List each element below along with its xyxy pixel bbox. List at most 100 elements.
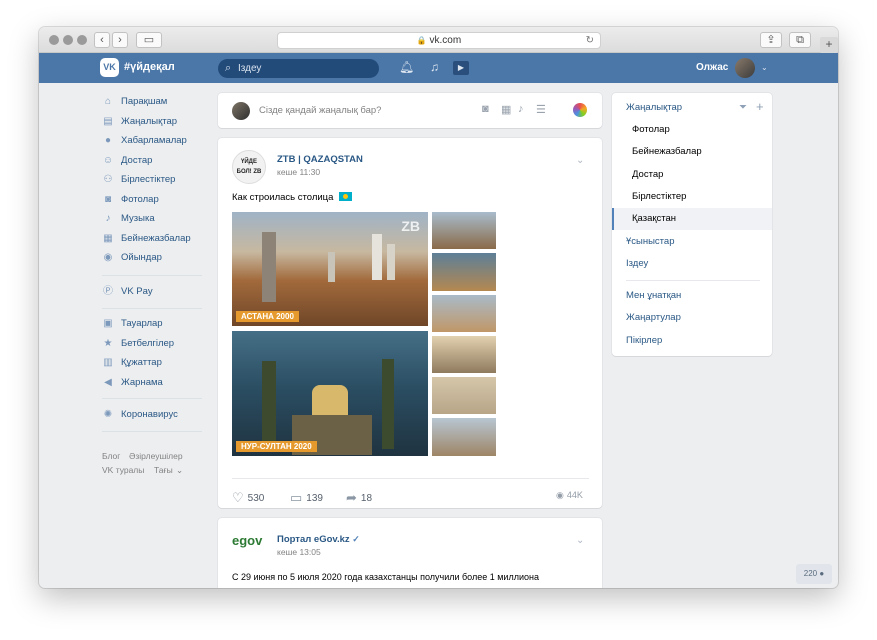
composer-input[interactable]: Сізде қандай жаңалық бар? <box>259 105 381 116</box>
right-nav-recommendations[interactable]: Ұсыныстар <box>612 231 772 253</box>
sidebar-item-label: Фотолар <box>121 194 159 205</box>
right-nav-label: Бірлестіктер <box>632 191 687 202</box>
sidebar-item-label: Парақшам <box>121 96 168 107</box>
post-photo-thumb[interactable] <box>432 418 496 456</box>
sidebar-item-news[interactable]: ▤ Жаңалықтар <box>99 113 209 131</box>
share-button[interactable]: ⇪ <box>760 32 782 48</box>
post-photo-thumb[interactable] <box>432 253 496 291</box>
stories-icon[interactable] <box>573 103 587 117</box>
footer-link-developers[interactable]: Әзірлеушілер <box>129 451 183 461</box>
chevron-down-icon[interactable]: ⌄ <box>176 465 183 476</box>
avatar[interactable] <box>735 58 755 78</box>
sidebar-item-friends[interactable]: ☺ Достар <box>99 152 209 170</box>
post-photo-thumb[interactable] <box>432 336 496 373</box>
camera-icon[interactable]: ◙ <box>482 103 489 115</box>
chevron-down-icon[interactable]: ⌄ <box>761 63 768 72</box>
sidebar-item-goods[interactable]: ▣ Тауарлар <box>99 315 209 333</box>
avatar[interactable]: ҮЙДЕ БОЛ! ZB <box>232 150 266 184</box>
views-counter: ◉ 44K <box>556 490 583 501</box>
right-nav-updates[interactable]: Жаңартулар <box>612 307 772 329</box>
post-time[interactable]: кеше 13:05 <box>277 547 321 557</box>
sidebar-toggle-button[interactable]: ▭ <box>136 32 162 48</box>
sidebar-item-coronavirus[interactable]: ✺ Коронавирус <box>99 406 209 424</box>
minimize-window-button[interactable] <box>63 35 73 45</box>
brand-hashtag[interactable]: #үйдеқал <box>124 61 175 73</box>
article-icon[interactable]: ☰ <box>536 103 546 116</box>
chevron-down-icon[interactable]: ⌄ <box>576 535 584 546</box>
photo-caption-top: АСТАНА 2000 <box>236 311 299 322</box>
online-friends-button[interactable]: 220 ● <box>796 564 832 584</box>
right-nav-news[interactable]: Жаңалықтар <box>612 97 772 119</box>
sidebar-item-ads[interactable]: ◀ Жарнама <box>99 374 209 392</box>
music-icon[interactable]: ♪ <box>518 103 524 115</box>
zoom-window-button[interactable] <box>77 35 87 45</box>
post-photo-thumb[interactable] <box>432 212 496 249</box>
post-photo-thumb[interactable] <box>432 295 496 332</box>
footer-link-more[interactable]: Тағы <box>154 465 173 475</box>
right-nav-comments[interactable]: Пікірлер <box>612 330 772 352</box>
sidebar-item-label: Құжаттар <box>121 357 162 368</box>
search-input[interactable]: ⌕ Іздеу <box>218 59 379 78</box>
post-photo-astana-2000[interactable]: ZB АСТАНА 2000 <box>232 212 428 326</box>
footer-link-blog[interactable]: Блог <box>102 451 120 461</box>
post-author[interactable]: Портал eGov.kz ✓ <box>277 534 360 545</box>
sidebar-item-label: Жаңалықтар <box>121 116 178 127</box>
avatar[interactable] <box>232 102 250 120</box>
egov-logo[interactable]: egov <box>232 533 262 548</box>
tabs-button[interactable]: ⧉ <box>789 32 811 48</box>
sidebar-item-music[interactable]: ♪ Музыка <box>99 210 209 228</box>
post-time[interactable]: кеше 11:30 <box>277 167 320 177</box>
vk-header: VK #үйдеқал ⌕ Іздеу 🔔︎ ♫ ▶ Олжас ⌄ <box>39 53 838 83</box>
chevron-down-icon[interactable]: ⌄ <box>576 155 584 166</box>
right-nav-friends[interactable]: Достар <box>612 164 772 186</box>
right-nav-photos[interactable]: Фотолар <box>612 119 772 141</box>
close-window-button[interactable] <box>49 35 59 45</box>
filter-icon[interactable]: ⏷ <box>739 102 747 113</box>
right-nav-title: Жаңалықтар <box>626 102 683 113</box>
right-nav-search[interactable]: Іздеу <box>612 253 772 275</box>
eye-icon: ◉ <box>556 490 564 500</box>
divider <box>102 431 202 432</box>
post-actions: ♡ 530 ▭ 139 ➦ 18 ◉ 44K <box>232 478 589 505</box>
bell-icon[interactable]: 🔔︎ <box>399 60 414 74</box>
comment-button[interactable]: ▭ 139 <box>290 490 323 506</box>
sidebar-item-my-page[interactable]: ⌂ Парақшам <box>99 93 209 111</box>
music-icon[interactable]: ♫ <box>430 60 439 74</box>
sidebar-item-groups[interactable]: ⚇ Бірлестіктер <box>99 171 209 189</box>
search-icon: ⌕ <box>225 62 232 74</box>
like-button[interactable]: ♡ 530 <box>232 490 264 506</box>
browser-window: ‹ › ▭ 🔒 vk.com ↻ ⇪ ⧉ VK #үйдеқал ⌕ Іздеу… <box>39 27 838 588</box>
post-author[interactable]: ZTB | QAZAQSTAN <box>277 154 363 165</box>
new-tab-button[interactable]: + <box>820 37 838 53</box>
sidebar-item-label: Ойындар <box>121 252 162 263</box>
play-icon[interactable]: ▶ <box>453 61 469 75</box>
right-nav-videos[interactable]: Бейнежазбалар <box>612 141 772 163</box>
video-icon[interactable]: ▦ <box>501 103 511 116</box>
sidebar-item-label: Бірлестіктер <box>121 174 176 185</box>
plus-icon[interactable]: + <box>756 99 764 114</box>
sidebar-item-vkpay[interactable]: Ⓟ VK Pay <box>99 283 209 301</box>
sidebar-item-documents[interactable]: ▥ Құжаттар <box>99 354 209 372</box>
camera-icon: ◙ <box>104 194 112 205</box>
forward-button[interactable]: › <box>112 32 128 48</box>
reload-icon[interactable]: ↻ <box>586 33 594 48</box>
address-bar[interactable]: 🔒 vk.com ↻ <box>277 32 601 49</box>
right-nav-liked[interactable]: Мен ұнатқан <box>612 285 772 307</box>
user-name[interactable]: Олжас <box>696 62 728 73</box>
sidebar-item-videos[interactable]: ▦ Бейнежазбалар <box>99 230 209 248</box>
friend-icon: ☺ <box>102 155 114 166</box>
sidebar-item-bookmarks[interactable]: ★ Бетбелгілер <box>99 335 209 353</box>
post-photo-thumb[interactable] <box>432 377 496 414</box>
post-photo-nur-sultan-2020[interactable]: НУР-СУЛТАН 2020 <box>232 331 428 456</box>
right-nav-label: Фотолар <box>632 124 670 135</box>
footer-link-about[interactable]: VK туралы <box>102 465 144 475</box>
sidebar-item-label: Бетбелгілер <box>121 338 175 349</box>
right-nav-groups[interactable]: Бірлестіктер <box>612 186 772 208</box>
sidebar-item-games[interactable]: ◉ Ойындар <box>99 249 209 267</box>
sidebar-item-messages[interactable]: ● Хабарламалар <box>99 132 209 150</box>
right-nav-kazakhstan[interactable]: Қазақстан <box>612 208 772 230</box>
vk-logo[interactable]: VK <box>100 58 119 77</box>
back-button[interactable]: ‹ <box>94 32 110 48</box>
sidebar-item-photos[interactable]: ◙ Фотолар <box>99 191 209 209</box>
share-button[interactable]: ➦ 18 <box>346 490 372 506</box>
